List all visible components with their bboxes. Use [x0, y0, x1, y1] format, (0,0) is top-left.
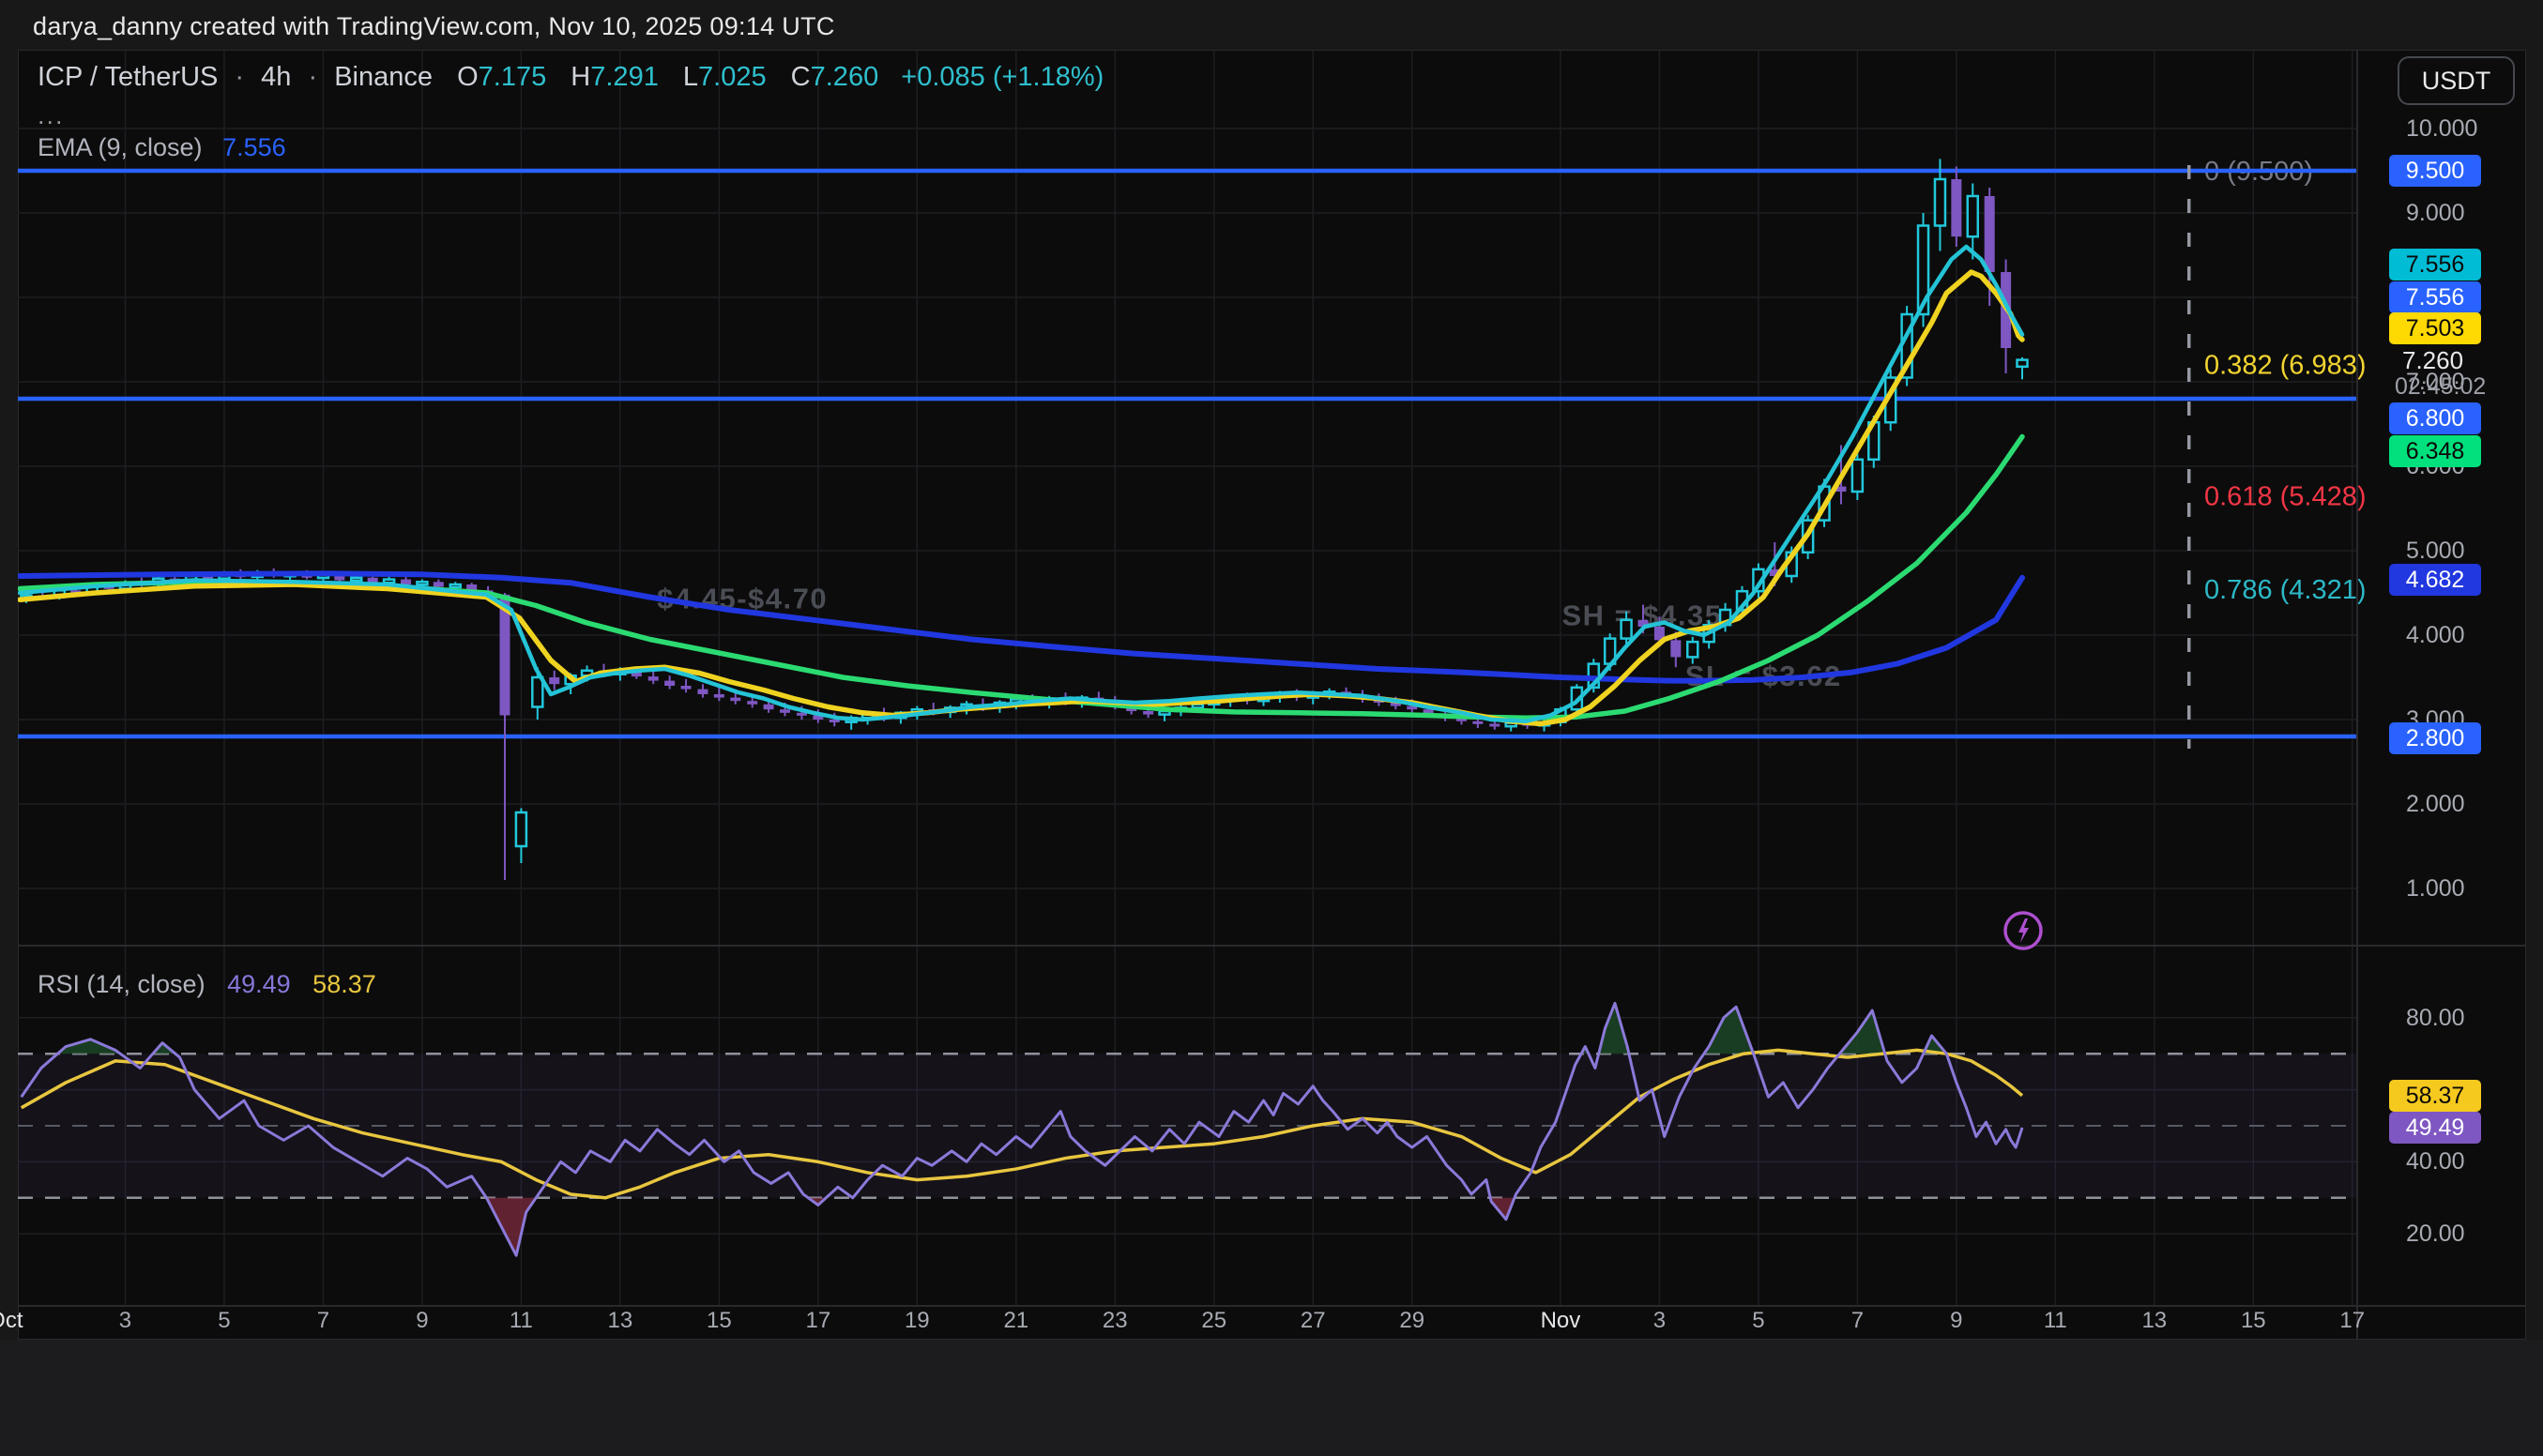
time-tick: 21 [1003, 1308, 1028, 1334]
fib-label: 0.382 (6.983) [2204, 351, 2367, 381]
price-tick: 9.000 [2406, 200, 2465, 226]
time-tick: 3 [1653, 1308, 1666, 1334]
time-tick: 27 [1301, 1308, 1326, 1334]
fib-label: 0.786 (4.321) [2204, 575, 2367, 605]
price-badge: 7.556 [2389, 249, 2481, 281]
close-label: C [791, 62, 811, 92]
time-tick: 15 [707, 1308, 732, 1334]
rsi-tick: 20.00 [2406, 1221, 2465, 1247]
price-tick: 1.000 [2406, 875, 2465, 902]
boost-lightning-icon[interactable] [2002, 909, 2045, 952]
time-tick: 7 [317, 1308, 329, 1334]
time-tick: 29 [1399, 1308, 1424, 1334]
rsi-value: 49.49 [227, 970, 291, 998]
bottom-bar: TradingView [0, 1340, 2543, 1456]
ema-value: 7.556 [222, 133, 286, 161]
time-tick: 15 [2241, 1308, 2266, 1334]
price-badge: 2.800 [2389, 722, 2481, 754]
ema-9-cyan [20, 247, 2022, 721]
change-value: +0.085 (+1.18%) [901, 62, 1104, 92]
chart-canvas[interactable]: 0 (9.500)0.382 (6.983)0.618 (5.428)0.786… [0, 0, 2543, 1456]
time-tick: 11 [2044, 1308, 2067, 1334]
time-tick: 9 [1950, 1308, 1962, 1334]
price-badge: 7.503 [2389, 312, 2481, 344]
interval-label[interactable]: 4h [261, 62, 291, 92]
rsi-tick: 40.00 [2406, 1148, 2465, 1175]
high-label: H [571, 62, 590, 92]
time-tick: 11 [510, 1308, 533, 1334]
time-tick: 5 [218, 1308, 230, 1334]
time-tick: 5 [1752, 1308, 1764, 1334]
low-label: L [683, 62, 698, 92]
last-price-label: 7.260 [2402, 346, 2463, 375]
legend-separator-2: · [308, 62, 317, 92]
time-tick: 13 [608, 1308, 633, 1334]
symbol-legend[interactable]: ICP / TetherUS · 4h · Binance O7.175 H7.… [38, 62, 1104, 93]
close-value: 7.260 [811, 62, 879, 92]
time-tick: 23 [1103, 1308, 1128, 1334]
rsi-legend[interactable]: RSI (14, close) 49.49 58.37 [38, 970, 376, 999]
price-tick: 5.000 [2406, 538, 2465, 564]
time-tick: Nov [1541, 1308, 1581, 1334]
high-value: 7.291 [590, 62, 659, 92]
low-value: 7.025 [698, 62, 767, 92]
time-tick: 17 [805, 1308, 830, 1334]
time-tick: 3 [119, 1308, 131, 1334]
ema-legend[interactable]: EMA (9, close) 7.556 [38, 133, 286, 162]
time-tick: 17 [2339, 1308, 2365, 1334]
price-tick: 4.000 [2406, 622, 2465, 648]
price-tick: 10.000 [2406, 115, 2477, 142]
ema-label: EMA (9, close) [38, 133, 203, 161]
legend-separator: · [235, 62, 244, 92]
rsi-ma-value: 58.37 [312, 970, 376, 998]
price-tick: 2.000 [2406, 791, 2465, 817]
fib-label: 0.618 (5.428) [2204, 481, 2367, 511]
open-value: 7.175 [479, 62, 547, 92]
rsi-tick: 80.00 [2406, 1005, 2465, 1031]
exchange-label: Binance [334, 62, 433, 92]
open-label: O [457, 62, 479, 92]
price-badge: 6.800 [2389, 402, 2481, 434]
currency-toggle-button[interactable]: USDT [2398, 56, 2515, 105]
tradingview-screenshot: darya_danny created with TradingView.com… [0, 0, 2543, 1456]
time-tick: 19 [905, 1308, 930, 1334]
ma-yellow [20, 272, 2022, 724]
rsi-label: RSI (14, close) [38, 970, 206, 998]
time-tick: 7 [1851, 1308, 1864, 1334]
time-tick: 9 [416, 1308, 428, 1334]
time-tick: Oct [0, 1308, 23, 1334]
rsi-badge: 58.37 [2389, 1080, 2481, 1112]
legend-more-button[interactable]: ... [38, 101, 65, 130]
price-badge: 6.348 [2389, 435, 2481, 467]
time-tick: 25 [1201, 1308, 1226, 1334]
time-tick: 13 [2141, 1308, 2167, 1334]
symbol-title[interactable]: ICP / TetherUS [38, 62, 218, 92]
rsi-badge: 49.49 [2389, 1112, 2481, 1144]
price-badge: 4.682 [2389, 564, 2481, 596]
price-badge: 9.500 [2389, 155, 2481, 187]
price-badge: 7.556 [2389, 281, 2481, 313]
bar-countdown: 02:45:02 [2395, 373, 2486, 401]
